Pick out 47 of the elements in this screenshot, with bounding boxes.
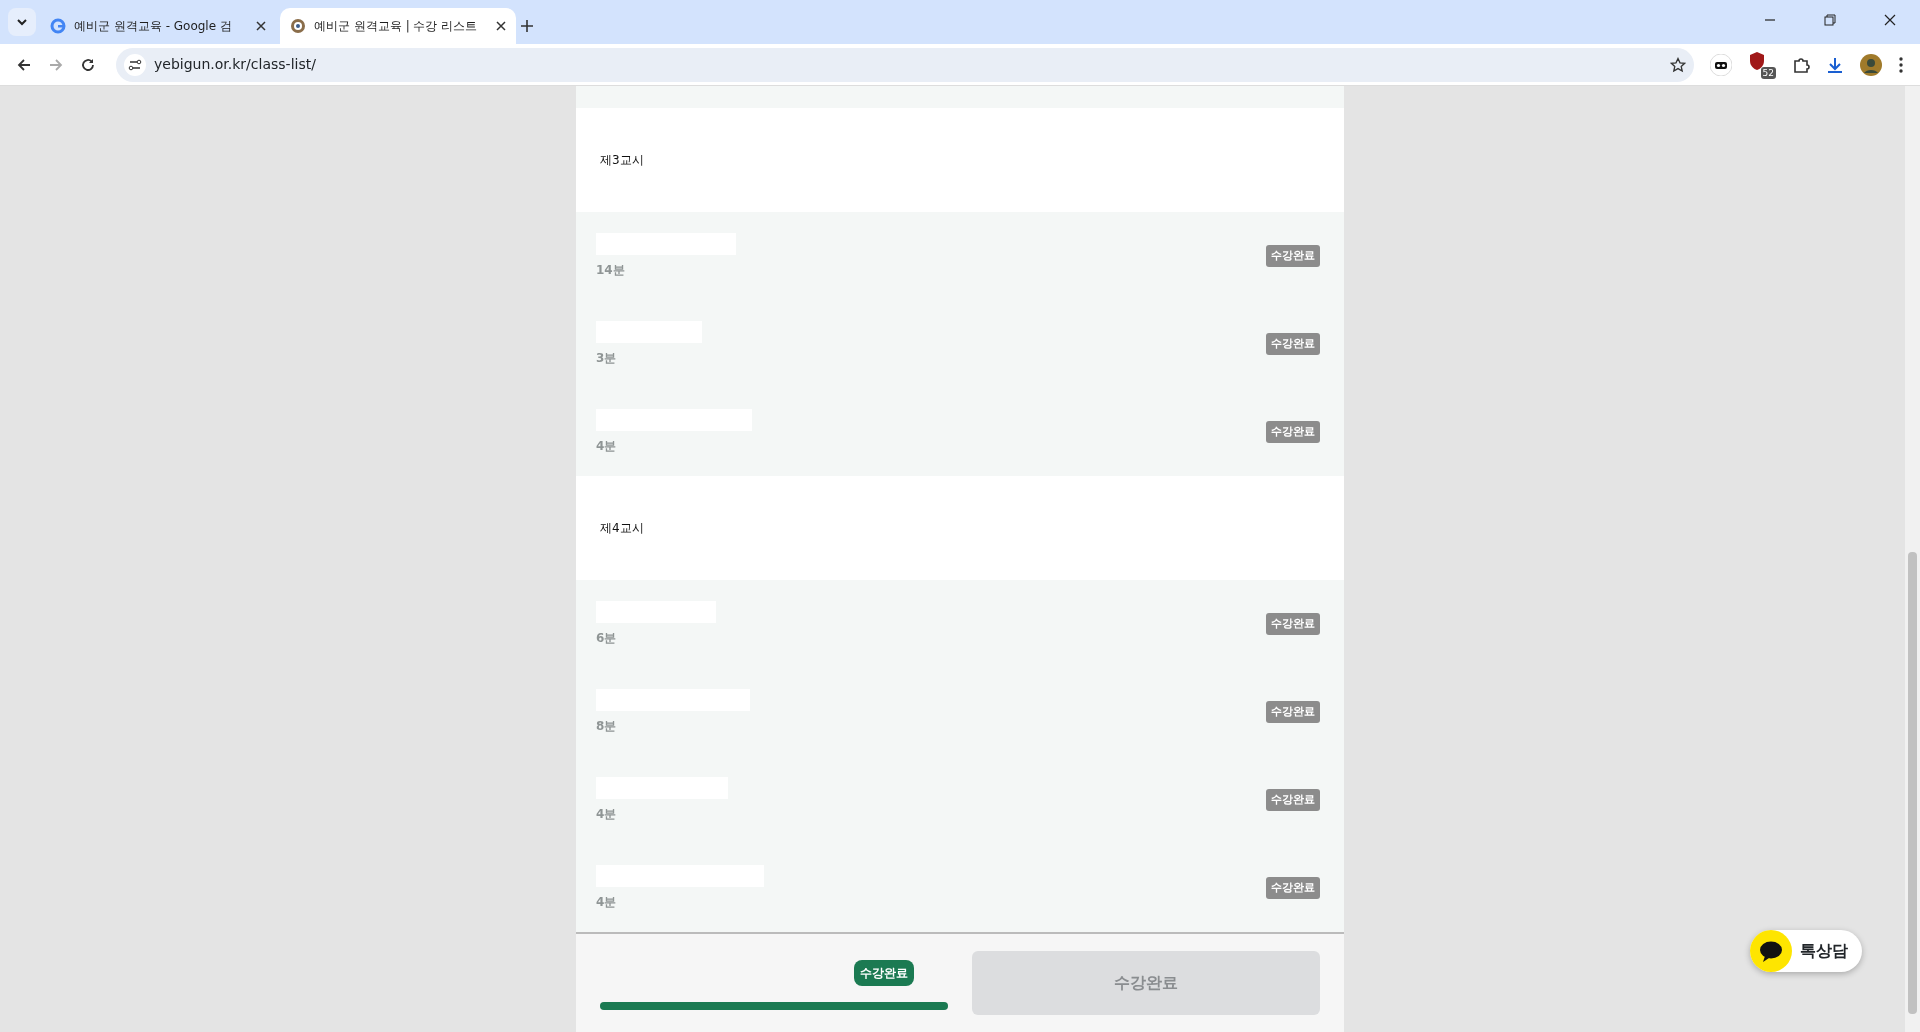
- download-icon[interactable]: [1826, 55, 1844, 74]
- browser-tab[interactable]: 예비군 원격교육 | 수강 리스트: [280, 8, 516, 44]
- shield-icon: [1748, 50, 1766, 71]
- progress-badge: 수강완료: [854, 960, 914, 986]
- status-badge: 수강완료: [1266, 876, 1320, 900]
- address-bar[interactable]: yebigun.or.kr/class-list/: [116, 47, 1694, 82]
- chevron-down-icon: [16, 16, 28, 28]
- status-badge: 수강완료: [1266, 332, 1320, 356]
- close-icon[interactable]: [1884, 14, 1896, 26]
- avatar-icon[interactable]: [1860, 53, 1882, 76]
- site-settings-icon[interactable]: [124, 53, 146, 76]
- extension-badge: 52: [1760, 66, 1776, 79]
- scrollbar[interactable]: [1905, 86, 1920, 1032]
- period-heading: 제4교시: [600, 520, 644, 537]
- status-badge: 수강완료: [1266, 612, 1320, 636]
- status-badge: 수강완료: [1266, 244, 1320, 268]
- google-icon: [50, 18, 66, 34]
- shield-extension-button[interactable]: 52: [1748, 50, 1776, 79]
- chat-label: 톡상담: [1800, 940, 1848, 962]
- more-menu-icon[interactable]: [1898, 55, 1904, 74]
- close-icon[interactable]: [256, 21, 266, 31]
- lesson-duration: 14분: [596, 262, 625, 279]
- back-icon[interactable]: [16, 56, 32, 73]
- emblem-icon: [290, 18, 306, 34]
- extension-icon[interactable]: [1710, 53, 1732, 76]
- puzzle-icon[interactable]: [1792, 55, 1810, 74]
- browser-tab[interactable]: 예비군 원격교육 - Google 검: [40, 8, 276, 44]
- tab-list-button[interactable]: [8, 8, 36, 36]
- close-icon[interactable]: [496, 21, 506, 31]
- new-tab-icon[interactable]: [520, 19, 534, 33]
- lesson-duration: 4분: [596, 894, 617, 911]
- tab-title: 예비군 원격교육 - Google 검: [74, 19, 232, 33]
- status-badge: 수강완료: [1266, 700, 1320, 724]
- tab-title: 예비군 원격교육 | 수강 리스트: [314, 19, 478, 33]
- status-badge: 수강완료: [1266, 420, 1320, 444]
- star-icon[interactable]: [1670, 56, 1686, 73]
- reload-icon[interactable]: [80, 56, 96, 73]
- lesson-duration: 4분: [596, 806, 617, 823]
- chat-button[interactable]: 톡상담: [1750, 930, 1862, 972]
- status-badge: 수강완료: [1266, 788, 1320, 812]
- restore-icon[interactable]: [1824, 14, 1836, 26]
- lesson-duration: 4분: [596, 438, 617, 455]
- speech-bubble-icon: [1750, 930, 1792, 972]
- lesson-duration: 8분: [596, 718, 617, 735]
- lesson-duration: 6분: [596, 630, 617, 647]
- lesson-duration: 3분: [596, 350, 617, 367]
- period-heading: 제3교시: [600, 152, 644, 169]
